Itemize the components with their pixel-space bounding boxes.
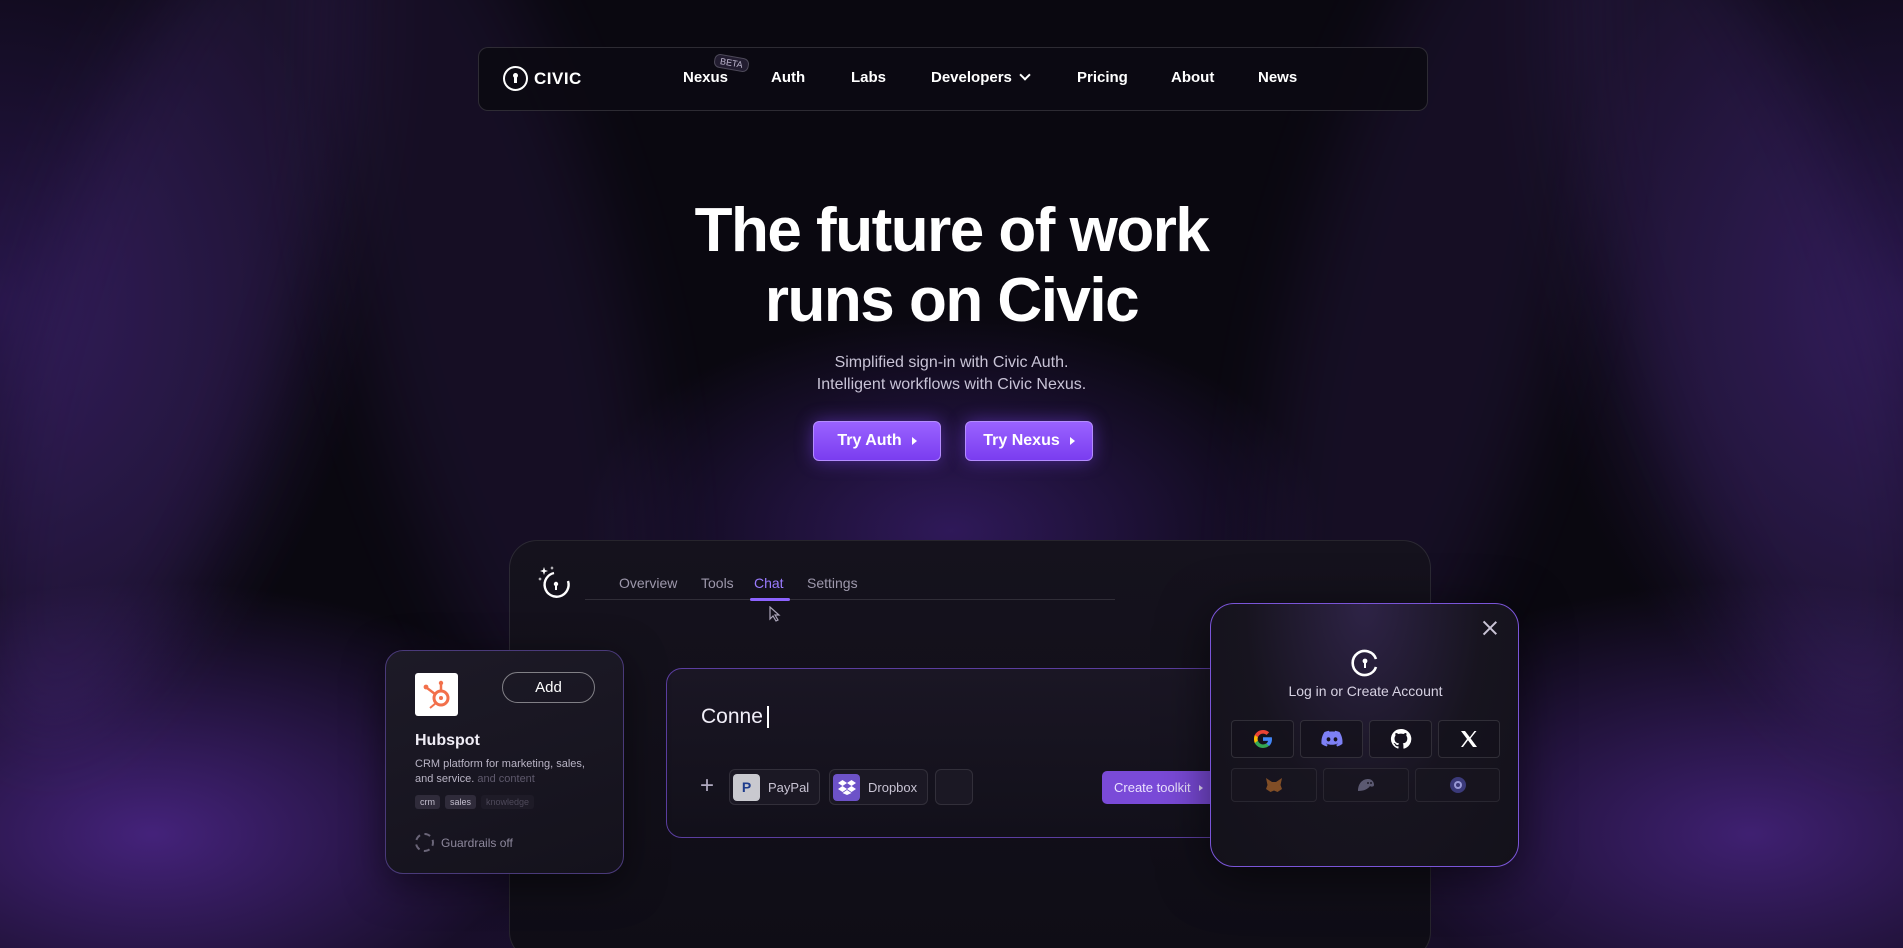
discord-login-button[interactable] xyxy=(1300,720,1363,758)
metamask-icon xyxy=(1266,778,1282,792)
integration-chip-dropbox[interactable]: Dropbox xyxy=(829,769,929,805)
civic-logo[interactable]: CIVIC xyxy=(503,66,582,91)
google-login-button[interactable] xyxy=(1231,720,1294,758)
civic-logo-icon xyxy=(1351,649,1378,677)
nexus-sparkle-logo-icon xyxy=(538,566,570,598)
chat-input[interactable]: Conne xyxy=(701,705,769,729)
brand-name: CIVIC xyxy=(534,68,582,88)
metamask-login-button[interactable] xyxy=(1231,768,1317,802)
tag-crm: crm xyxy=(415,795,440,809)
integration-description: CRM platform for marketing, sales, and s… xyxy=(415,757,605,787)
guardrails-toggle[interactable]: Guardrails off xyxy=(415,833,513,852)
tab-tools[interactable]: Tools xyxy=(701,575,734,591)
x-icon xyxy=(1461,731,1477,747)
top-navbar: CIVIC Nexus Auth Labs Developers Pricing… xyxy=(478,47,1428,111)
google-icon xyxy=(1253,730,1272,748)
x-login-button[interactable] xyxy=(1438,720,1500,758)
github-login-button[interactable] xyxy=(1369,720,1432,758)
try-auth-button[interactable]: Try Auth xyxy=(813,421,941,461)
chevron-down-icon xyxy=(1019,69,1031,81)
hero-title: The future of work runs on Civic xyxy=(0,196,1903,336)
nav-item-developers[interactable]: Developers xyxy=(931,69,1031,86)
add-integration-plus-icon[interactable]: + xyxy=(700,774,714,798)
integration-name: Hubspot xyxy=(415,732,480,749)
dropbox-icon xyxy=(833,773,860,801)
chat-input-text: Conne xyxy=(701,705,763,728)
guardrails-icon xyxy=(415,833,434,852)
paypal-label: PayPal xyxy=(768,779,810,795)
tag-sales: sales xyxy=(445,795,477,809)
hero-subtitle-line-2: Intelligent workflows with Civic Nexus. xyxy=(816,376,1087,393)
tab-settings[interactable]: Settings xyxy=(807,575,858,591)
nav-item-news[interactable]: News xyxy=(1258,69,1297,86)
hero-title-line-2: runs on Civic xyxy=(764,266,1140,335)
dropbox-label: Dropbox xyxy=(868,779,918,795)
arrow-right-icon xyxy=(1069,437,1075,445)
phantom-icon xyxy=(1358,779,1374,791)
close-icon[interactable] xyxy=(1482,620,1498,636)
tab-chat[interactable]: Chat xyxy=(754,575,784,591)
integration-description-faded: and content xyxy=(474,773,535,785)
try-nexus-button[interactable]: Try Nexus xyxy=(965,421,1093,461)
nav-item-auth[interactable]: Auth xyxy=(771,69,805,86)
create-toolkit-label: Create toolkit xyxy=(1114,780,1191,795)
civic-logo-icon xyxy=(503,66,528,91)
try-auth-label: Try Auth xyxy=(837,432,902,449)
tab-overview[interactable]: Overview xyxy=(619,575,677,591)
create-toolkit-button[interactable]: Create toolkit xyxy=(1102,771,1221,804)
nav-item-nexus[interactable]: Nexus xyxy=(683,69,728,86)
try-nexus-label: Try Nexus xyxy=(983,432,1060,449)
integration-chip-paypal[interactable]: P PayPal xyxy=(729,769,821,805)
tag-list: crm sales knowledge xyxy=(415,795,535,809)
arrow-right-icon xyxy=(911,437,917,445)
nav-item-labs[interactable]: Labs xyxy=(851,69,886,86)
mouse-pointer-icon xyxy=(769,606,781,622)
guardrails-label: Guardrails off xyxy=(441,835,513,850)
login-title: Log in or Create Account xyxy=(1288,683,1443,699)
paypal-icon: P xyxy=(733,773,760,801)
hubspot-integration-card: Add Hubspot CRM platform for marketing, … xyxy=(385,650,624,874)
tab-divider xyxy=(585,599,1115,600)
nav-item-pricing[interactable]: Pricing xyxy=(1077,69,1128,86)
github-icon xyxy=(1390,728,1411,749)
text-caret xyxy=(766,706,769,729)
tag-knowledge: knowledge xyxy=(481,795,535,809)
active-tab-indicator xyxy=(750,598,790,601)
nav-item-about[interactable]: About xyxy=(1171,69,1214,86)
coinbase-icon xyxy=(1449,777,1466,793)
integration-chip-empty[interactable] xyxy=(935,769,973,805)
hero-title-line-1: The future of work xyxy=(694,196,1210,265)
hubspot-logo-icon xyxy=(415,673,458,716)
phantom-login-button[interactable] xyxy=(1323,768,1409,802)
discord-icon xyxy=(1320,730,1343,747)
add-button[interactable]: Add xyxy=(502,672,595,703)
coinbase-login-button[interactable] xyxy=(1415,768,1500,802)
login-dialog: Log in or Create Account xyxy=(1210,603,1519,867)
hero-subtitle: Simplified sign-in with Civic Auth. Inte… xyxy=(0,352,1903,396)
arrow-right-icon xyxy=(1198,784,1203,791)
nav-item-developers-label: Developers xyxy=(931,69,1012,86)
hero-subtitle-line-1: Simplified sign-in with Civic Auth. xyxy=(834,354,1069,371)
